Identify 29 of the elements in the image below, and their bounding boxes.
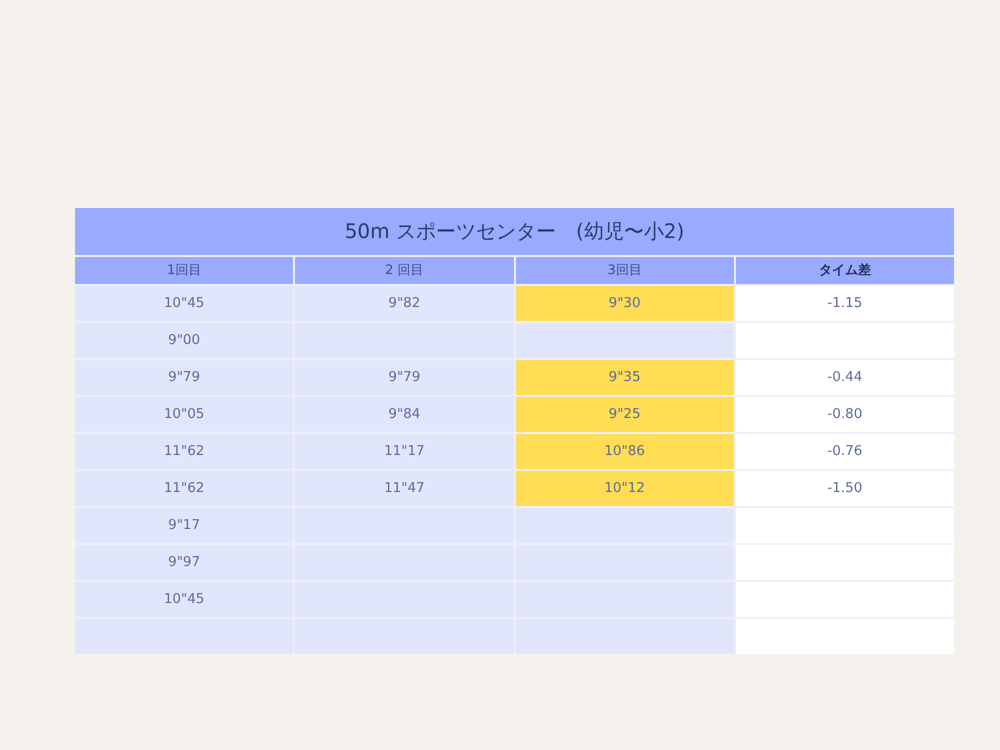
table-cell: -0.80 (736, 397, 954, 432)
table-cell: 11"62 (75, 434, 294, 469)
table-cell: 10"05 (75, 397, 294, 432)
table-cell: 10"86 (516, 434, 734, 469)
table-cell: 11"62 (75, 471, 294, 506)
table-cell: 11"17 (295, 434, 514, 469)
table-cell: 9"79 (295, 360, 514, 395)
table-cell: 10"45 (75, 286, 294, 321)
table-cell: 11"47 (295, 471, 514, 506)
table-cell: 9"25 (516, 397, 734, 432)
column-header: 3回目 (516, 257, 734, 284)
table-cell: 9"00 (75, 323, 294, 358)
column-header: タイム差 (736, 257, 954, 284)
table-cell: -1.50 (736, 471, 954, 506)
table-cell: -0.44 (736, 360, 954, 395)
table-cell: 9"84 (295, 397, 514, 432)
column-header: 2 回目 (295, 257, 514, 284)
table-cell: 10"12 (516, 471, 734, 506)
table-cell: 9"30 (516, 286, 734, 321)
table-cell: 9"35 (516, 360, 734, 395)
table-cell: -0.76 (736, 434, 954, 469)
table-cell: 9"79 (75, 360, 294, 395)
table-cell: 10"45 (75, 582, 294, 617)
table-cell: -1.15 (736, 286, 954, 321)
table-title: 50m スポーツセンター (幼児〜小2) (75, 208, 954, 257)
table-cell: 9"82 (295, 286, 514, 321)
column-header: 1回目 (75, 257, 294, 284)
table-cell: 9"17 (75, 508, 294, 543)
table-cell: 9"97 (75, 545, 294, 580)
